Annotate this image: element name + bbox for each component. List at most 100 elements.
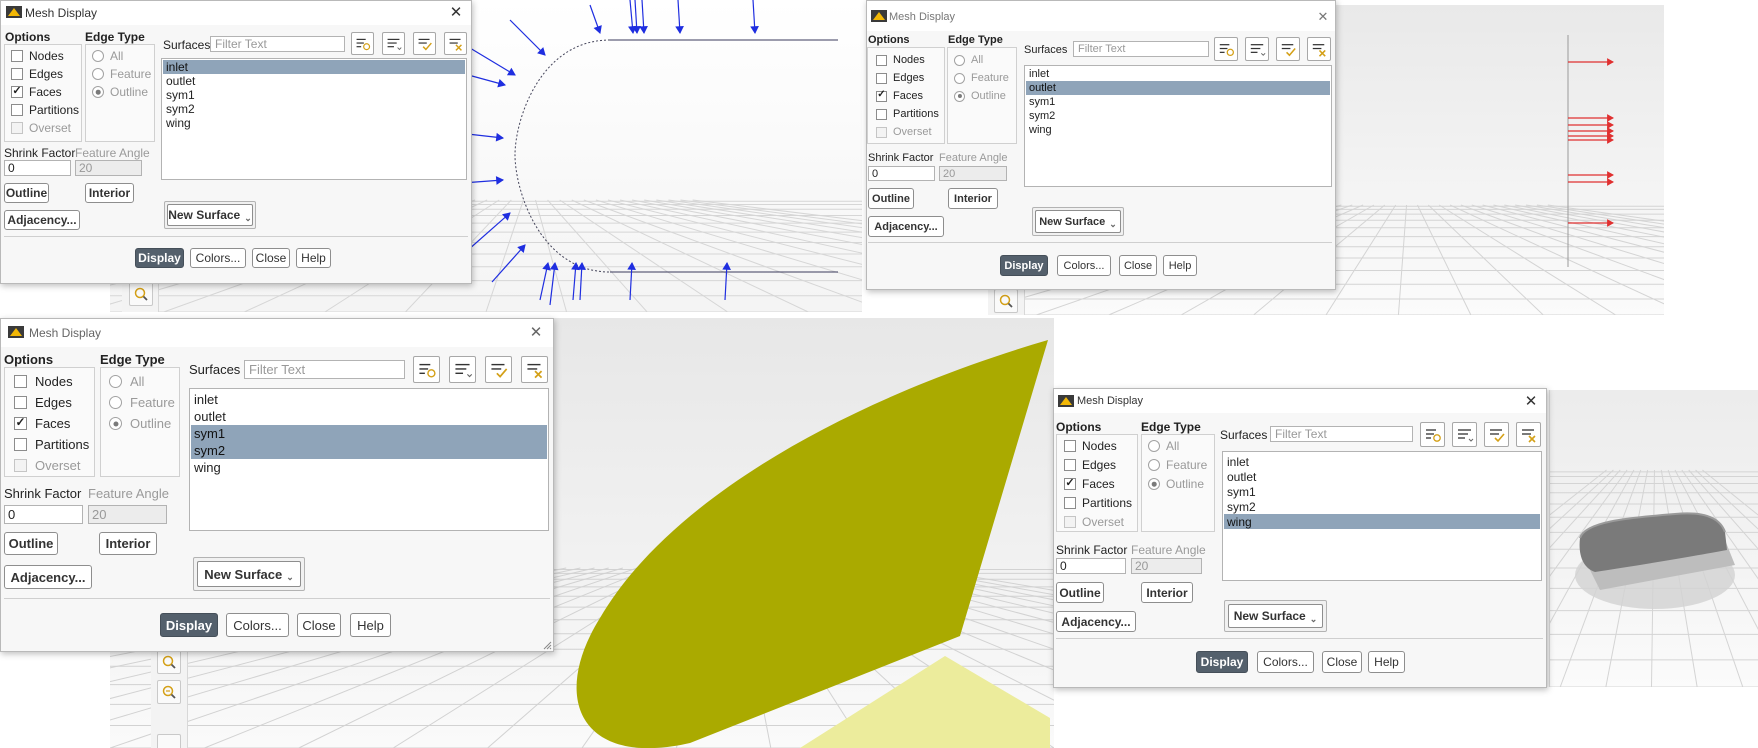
sort-list-button[interactable] [382,32,405,55]
edge-type-all[interactable]: All [1148,439,1179,453]
new-surface-dropdown[interactable]: New Surface ⌄ [1032,207,1124,236]
option-nodes[interactable]: Nodes [876,54,925,66]
faces-checkbox[interactable] [11,84,23,98]
shrink-factor-input[interactable]: 0 [1056,558,1126,574]
list-item[interactable]: sym2 [191,442,547,459]
list-item[interactable]: sym2 [1026,109,1330,123]
sort-list-button[interactable] [1245,37,1269,61]
deselect-all-button[interactable] [444,32,467,55]
filter-button[interactable] [1420,422,1445,447]
option-faces[interactable]: Faces [14,415,70,431]
nodes-checkbox[interactable] [876,54,887,66]
faces-checkbox[interactable] [14,415,27,430]
outline-button[interactable]: Outline [4,183,49,203]
list-item[interactable]: inlet [163,60,465,74]
nodes-checkbox[interactable] [1064,440,1076,452]
feature-radio[interactable] [92,68,104,80]
help-button[interactable]: Help [1163,255,1197,276]
list-item[interactable]: sym1 [191,425,547,442]
edge-type-feature[interactable]: Feature [1148,458,1207,472]
filter-button[interactable] [351,32,374,55]
option-partitions[interactable]: Partitions [14,437,89,452]
new-surface-dropdown[interactable]: New Surface ⌄ [193,557,305,591]
help-button[interactable]: Help [296,248,331,268]
close-button[interactable]: Close [1322,651,1362,673]
filter-button[interactable] [413,356,440,383]
list-item[interactable]: sym1 [163,88,465,102]
option-partitions[interactable]: Partitions [11,103,79,117]
edge-type-feature[interactable]: Feature [954,72,1009,84]
all-radio[interactable] [954,54,965,66]
select-all-button[interactable] [485,356,512,383]
option-edges[interactable]: Edges [1064,458,1116,472]
help-button[interactable]: Help [350,613,391,637]
partitions-checkbox[interactable] [11,104,23,116]
faces-checkbox[interactable] [876,89,887,102]
edges-checkbox[interactable] [1064,459,1076,471]
shrink-factor-input[interactable]: 0 [868,166,935,181]
list-item[interactable]: sym1 [1026,95,1330,109]
edges-checkbox[interactable] [876,72,887,84]
list-item[interactable]: outlet [191,408,547,425]
option-faces[interactable]: Faces [11,84,62,99]
interior-button[interactable]: Interior [85,183,134,203]
edges-checkbox[interactable] [14,396,27,409]
deselect-all-button[interactable] [1307,37,1331,61]
resize-grip-icon[interactable] [542,640,552,650]
edge-type-outline[interactable]: Outline [92,85,148,99]
adjacency-button[interactable]: Adjacency... [868,216,944,237]
outline-button[interactable]: Outline [4,532,58,555]
nodes-checkbox[interactable] [11,50,23,62]
list-item[interactable]: sym2 [163,102,465,116]
faces-checkbox[interactable] [1064,476,1076,490]
feature-radio[interactable] [954,72,965,84]
outline-button[interactable]: Outline [868,188,914,209]
option-faces[interactable]: Faces [1064,476,1115,491]
zoom-to-fit-button[interactable] [129,282,153,306]
edge-type-feature[interactable]: Feature [92,67,151,81]
surfaces-filter-input[interactable]: Filter Text [1270,426,1413,442]
list-item[interactable]: sym2 [1224,499,1540,514]
feature-radio[interactable] [109,396,122,409]
close-button[interactable]: Close [1119,255,1157,276]
display-button[interactable]: Display [1196,651,1248,673]
display-button[interactable]: Display [160,613,218,637]
outline-radio[interactable] [109,417,122,430]
edge-type-outline[interactable]: Outline [954,90,1006,102]
list-item[interactable]: sym1 [1224,484,1540,499]
option-nodes[interactable]: Nodes [1064,439,1117,453]
display-button[interactable]: Display [1000,255,1048,276]
partitions-checkbox[interactable] [14,438,27,451]
list-item[interactable]: wing [1224,514,1540,529]
interior-button[interactable]: Interior [1141,582,1193,603]
option-faces[interactable]: Faces [876,89,923,102]
adjacency-button[interactable]: Adjacency... [4,565,92,589]
edge-type-outline[interactable]: Outline [109,416,171,431]
surfaces-filter-input[interactable]: Filter Text [1073,41,1209,57]
close-icon[interactable]: ✕ [1522,392,1540,410]
nodes-checkbox[interactable] [14,375,27,388]
feature-radio[interactable] [1148,459,1160,471]
colors-button[interactable]: Colors... [1257,651,1314,673]
option-partitions[interactable]: Partitions [1064,496,1132,510]
option-nodes[interactable]: Nodes [11,49,64,63]
all-radio[interactable] [1148,440,1160,452]
close-button[interactable]: Close [252,248,290,268]
option-edges[interactable]: Edges [11,67,63,81]
outline-radio[interactable] [954,90,965,102]
more-tools-button[interactable] [157,734,181,748]
graphics-view-wing[interactable] [1545,390,1758,687]
list-item[interactable]: wing [1026,123,1330,137]
surfaces-filter-input[interactable]: Filter Text [244,360,405,379]
option-partitions[interactable]: Partitions [876,108,939,120]
select-all-button[interactable] [413,32,436,55]
interior-button[interactable]: Interior [99,532,157,555]
edge-type-all[interactable]: All [109,374,144,389]
interior-button[interactable]: Interior [948,188,998,209]
list-item[interactable]: inlet [191,391,547,408]
list-item[interactable]: inlet [1224,454,1540,469]
outline-button[interactable]: Outline [1056,582,1104,603]
surfaces-filter-input[interactable]: Filter Text [210,36,345,52]
edge-type-outline[interactable]: Outline [1148,477,1204,491]
new-surface-dropdown[interactable]: New Surface ⌄ [164,201,256,229]
